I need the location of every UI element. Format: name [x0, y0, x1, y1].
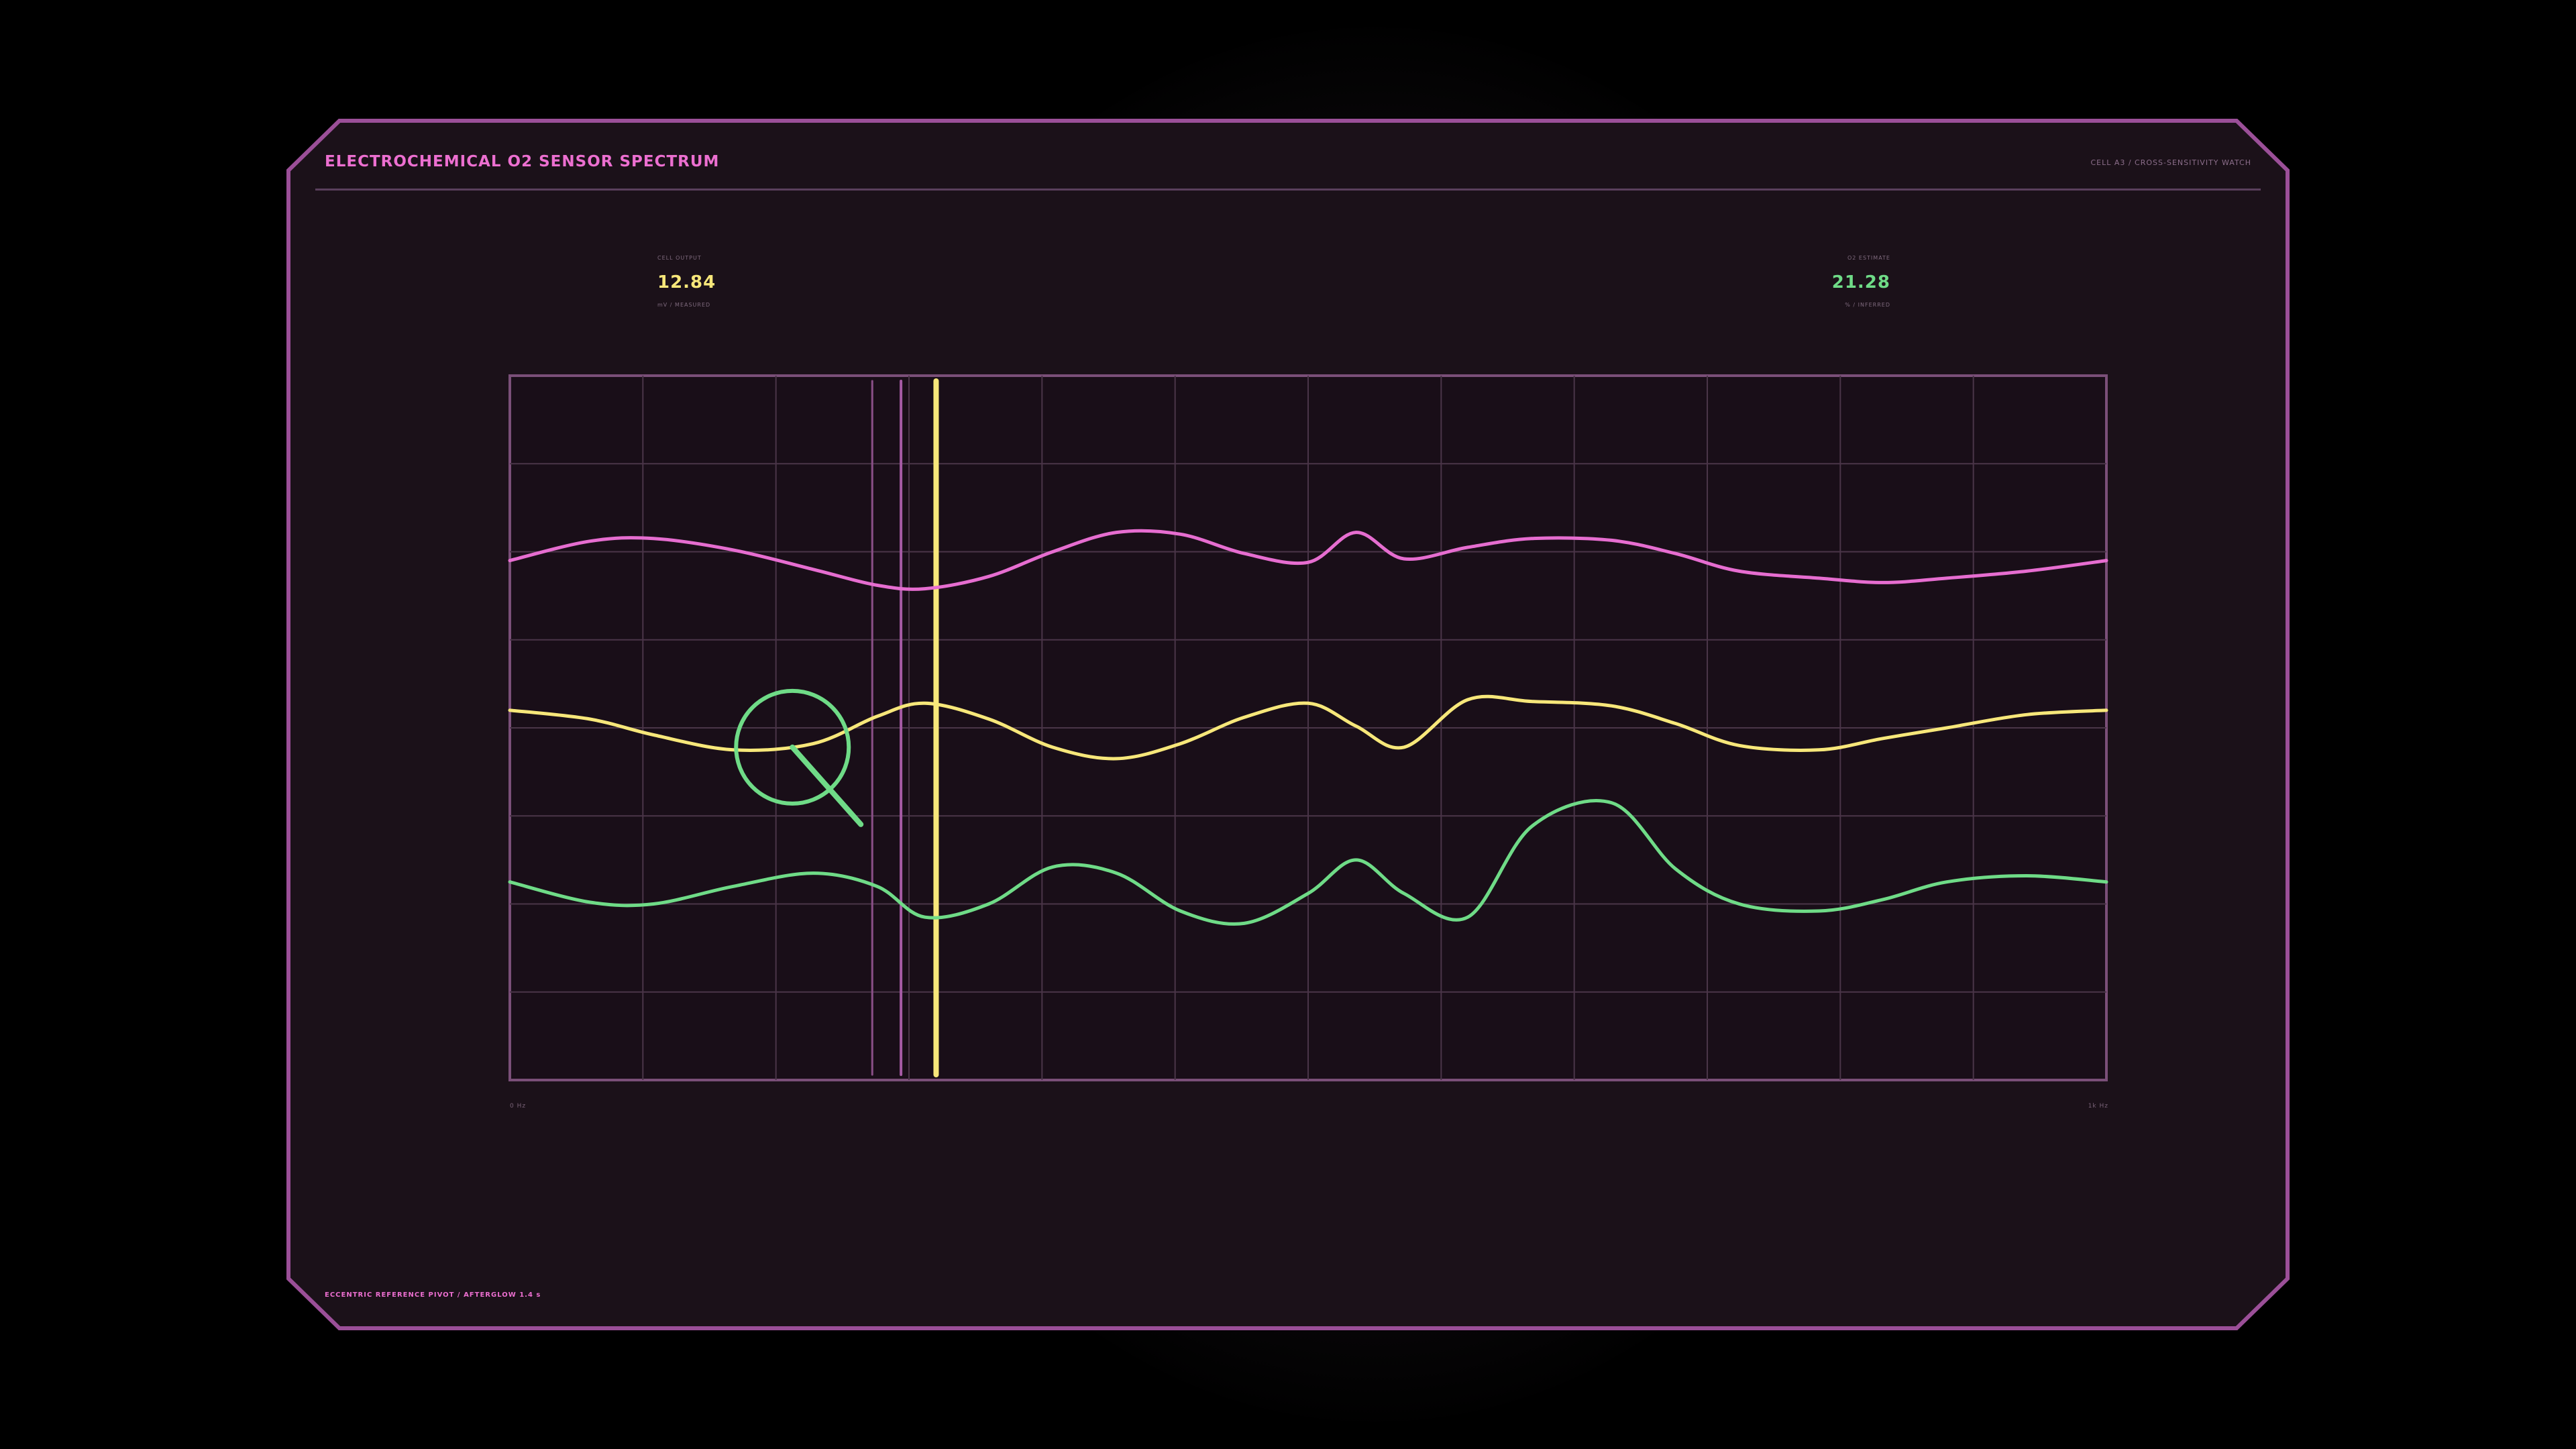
- x-tick-label-end: 1k Hz: [2088, 1103, 2108, 1110]
- footer-note: ECCENTRIC REFERENCE PIVOT / AFTERGLOW 1.…: [325, 1291, 541, 1299]
- x-tick-label-start: 0 Hz: [510, 1103, 527, 1110]
- spectrum-chart[interactable]: [0, 0, 2576, 1449]
